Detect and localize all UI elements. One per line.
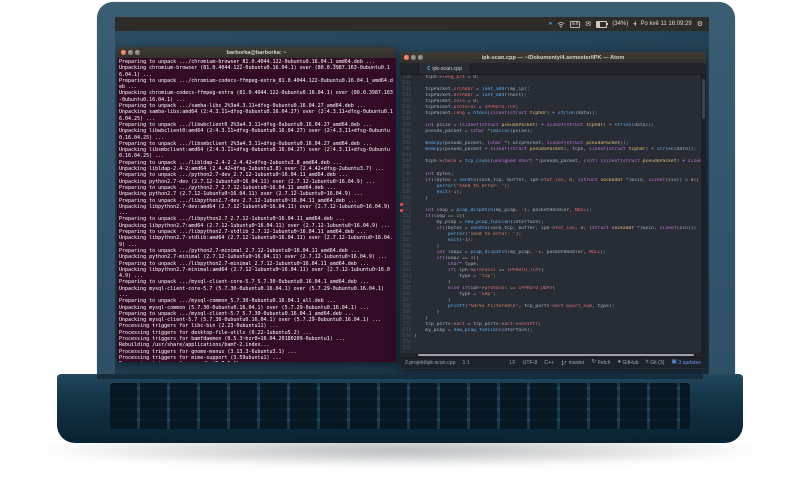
tab-bar: C ipk-scan.cpp bbox=[400, 63, 706, 75]
vertical-scrollbar-thumb[interactable] bbox=[702, 79, 705, 119]
terminal-line: Unpacking libsmbclient:amd64 (2:4.3.11+d… bbox=[119, 147, 390, 160]
fetch-icon: ↻ bbox=[591, 359, 597, 366]
terminal-window: barborka@barborka: ~ Preparing to unpack… bbox=[117, 47, 396, 362]
horizontal-scrollbar-thumb[interactable] bbox=[418, 354, 694, 356]
terminal-line: Unpacking chromium-codecs-ffmpeg-extra (… bbox=[119, 90, 393, 103]
atom-titlebar[interactable]: ipk-scan.cpp — ~/Dokumenty/4.semester/IP… bbox=[400, 52, 706, 63]
status-fetch[interactable]: ↻ Fetch bbox=[591, 360, 610, 366]
terminal-line: Unpacking samba-libs:amd64 (2:4.3.11+dfs… bbox=[119, 109, 393, 122]
ubuntu-desktop: ● En ✉ (34%) ◂) Po kvě 11 16:09:29 ⚙ bar… bbox=[115, 17, 709, 374]
keyboard-layout-indicator[interactable]: En bbox=[570, 20, 581, 28]
laptop-mockup: ● En ✉ (34%) ◂) Po kvě 11 16:09:29 ⚙ bar… bbox=[0, 0, 800, 477]
terminal-line: Unpacking mysql-common (5.7.30-0ubuntu0.… bbox=[119, 304, 369, 311]
maximize-icon[interactable] bbox=[135, 50, 140, 55]
terminal-line: Preparing to unpack .../mysql-client-cor… bbox=[119, 279, 369, 286]
status-bar: 2.projekt/ipk-scan.cpp 1:1 LF UTF-8 C++ … bbox=[400, 357, 706, 368]
tab-label: ipk-scan.cpp bbox=[432, 65, 463, 72]
status-git-changes[interactable]: ± Git (3) bbox=[646, 360, 665, 366]
terminal-line: Unpacking mysql-client-core-5.7 (5.7.30-… bbox=[119, 285, 387, 298]
terminal-line: Preparing to unpack .../chromium-codecs-… bbox=[119, 77, 393, 91]
mail-indicator-icon[interactable]: ✉ bbox=[585, 21, 591, 28]
status-encoding[interactable]: UTF-8 bbox=[523, 360, 538, 366]
terminal-line: Unpacking libwbclient0:amd64 (2:4.3.11+d… bbox=[119, 128, 390, 141]
terminal-line: Unpacking python2.7-dev (2.7.12-1ubuntu0… bbox=[119, 178, 375, 185]
terminal-body[interactable]: Preparing to unpack .../chromium-browser… bbox=[117, 58, 396, 362]
top-panel: ● En ✉ (34%) ◂) Po kvě 11 16:09:29 ⚙ bbox=[115, 17, 709, 31]
maximize-icon[interactable] bbox=[418, 55, 423, 60]
laptop-screen-bezel: ● En ✉ (34%) ◂) Po kvě 11 16:09:29 ⚙ bar… bbox=[97, 2, 735, 374]
minimize-icon[interactable] bbox=[411, 55, 416, 60]
battery-icon[interactable] bbox=[596, 20, 609, 28]
cursor-position[interactable]: 1:1 bbox=[462, 360, 469, 366]
terminal-line: Unpacking libpython2.7-minimal:amd64 (2.… bbox=[119, 266, 390, 280]
terminal-line: Unpacking python2.7-minimal (2.7.12-1ubu… bbox=[119, 254, 387, 261]
session-gear-icon[interactable]: ⚙ bbox=[697, 21, 703, 28]
atom-window-title: ipk-scan.cpp — ~/Dokumenty/4.semester/IP… bbox=[481, 54, 625, 61]
status-eol[interactable]: LF bbox=[510, 360, 516, 366]
battery-percentage: (34%) bbox=[612, 21, 629, 27]
code-area: 530 tcph->leng_prt = 0; 531 532 tcpPacket.… bbox=[400, 75, 706, 352]
git-diff-icon: ± bbox=[645, 359, 649, 366]
status-updates[interactable]: ▣ 3 updates bbox=[672, 360, 702, 366]
laptop-keyboard bbox=[110, 383, 690, 429]
status-grammar[interactable]: C++ bbox=[544, 360, 554, 366]
code-line: 575 bbox=[400, 346, 706, 352]
terminal-line: Unpacking chromium-browser (81.0.4044.12… bbox=[119, 65, 390, 78]
code-editor[interactable]: 530 tcph->leng_prt = 0; 531 532 tcpPacket.… bbox=[400, 75, 706, 353]
clock[interactable]: Po kvě 11 16:09:29 bbox=[640, 21, 691, 27]
updates-icon: ▣ bbox=[671, 359, 677, 366]
minimize-icon[interactable] bbox=[128, 50, 133, 55]
wifi-icon[interactable] bbox=[557, 21, 565, 28]
c-file-icon: C bbox=[427, 65, 431, 72]
terminal-line: Preparing to unpack .../libpython2.7-dev… bbox=[119, 197, 357, 204]
terminal-line: Processing triggers for man-db (2.7.5-1)… bbox=[119, 361, 394, 362]
volume-icon[interactable]: ◂) bbox=[633, 21, 636, 27]
laptop-hinge bbox=[97, 374, 703, 379]
atom-window: ipk-scan.cpp — ~/Dokumenty/4.semester/IP… bbox=[400, 52, 706, 369]
status-git-branch[interactable]: master bbox=[561, 360, 584, 366]
vertical-scrollbar[interactable] bbox=[701, 75, 706, 353]
line-number: 575 bbox=[402, 346, 411, 352]
terminal-titlebar[interactable]: barborka@barborka: ~ bbox=[117, 47, 396, 58]
terminal-title: barborka@barborka: ~ bbox=[226, 49, 287, 56]
messaging-indicator-icon[interactable]: ● bbox=[549, 21, 553, 27]
horizontal-scrollbar[interactable] bbox=[400, 353, 706, 357]
terminal-line: Unpacking python2.7 (2.7.12-1ubuntu0~16.… bbox=[119, 191, 363, 198]
github-icon: ● bbox=[617, 359, 621, 366]
desktop-wallpaper: barborka@barborka: ~ Preparing to unpack… bbox=[115, 31, 709, 374]
git-branch-icon bbox=[561, 360, 567, 366]
tab-ipk-scan[interactable]: C ipk-scan.cpp bbox=[418, 63, 472, 74]
terminal-line: Unpacking libpython2.7-stdlib:amd64 (2.7… bbox=[119, 235, 393, 248]
terminal-line: Unpacking libpython2.7-dev:amd64 (2.7.12… bbox=[119, 203, 393, 217]
status-file-path[interactable]: 2.projekt/ipk-scan.cpp bbox=[405, 360, 455, 366]
status-github[interactable]: ● GitHub bbox=[618, 360, 639, 366]
close-icon[interactable] bbox=[121, 50, 126, 55]
laptop-shadow bbox=[35, 433, 765, 467]
close-icon[interactable] bbox=[404, 55, 409, 60]
terminal-line: Preparing to unpack .../libpython2.7-min… bbox=[119, 260, 369, 267]
